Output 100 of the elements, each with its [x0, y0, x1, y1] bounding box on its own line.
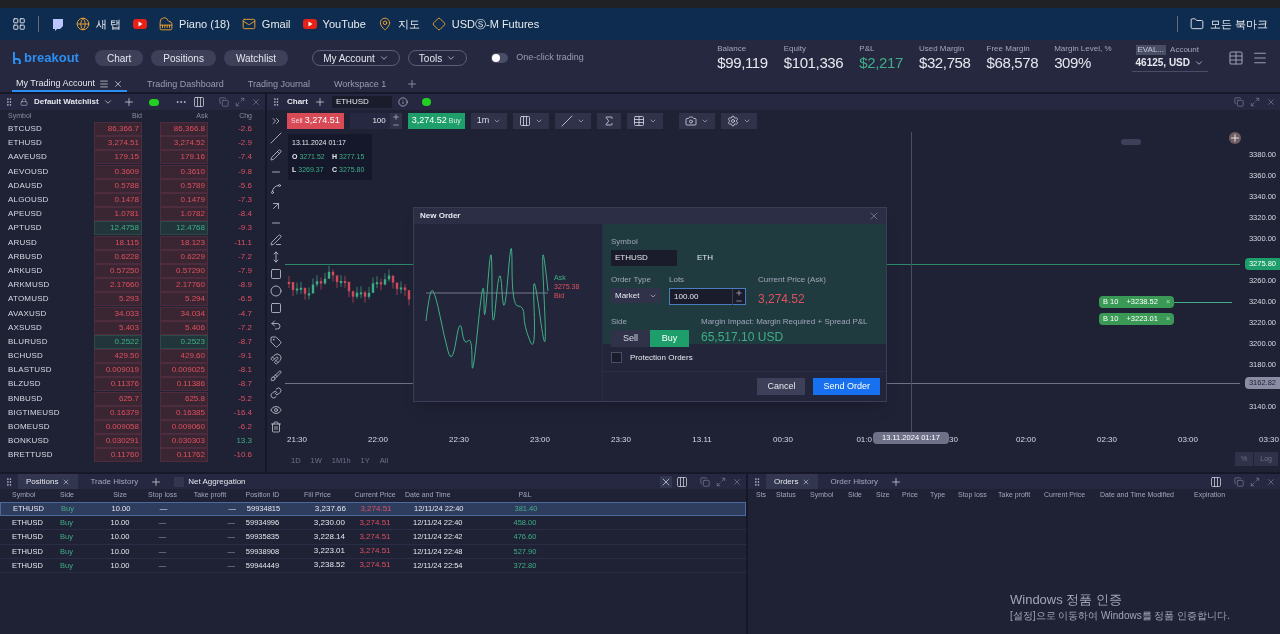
send-order-button[interactable]: Send Order [813, 378, 880, 395]
workspace-tab[interactable]: Workspace 1 [329, 77, 391, 92]
watchlist-row[interactable]: BTCUSD 86,366.7 86,366.8 -2.6 [0, 122, 265, 137]
drag-handle-icon[interactable] [271, 97, 281, 107]
nav-button[interactable]: Chart [94, 50, 144, 66]
watchlist-row[interactable]: BRETTUSD 0.11760 0.11762 -10.6 [0, 448, 265, 463]
drag-handle-icon[interactable] [4, 97, 14, 107]
watchlist-row[interactable]: ARKMUSD 2.17660 2.17760 -8.9 [0, 278, 265, 293]
clear-icon[interactable] [660, 475, 672, 488]
watchlist-row[interactable]: BONKUSD 0.030291 0.030303 13.3 [0, 434, 265, 449]
close-icon[interactable] [1266, 97, 1276, 107]
bookmark-link[interactable]: USDⓈ-M Futures [431, 15, 540, 33]
symbol-field[interactable]: ETHUSD [331, 96, 392, 108]
layout-icon[interactable] [1228, 50, 1244, 66]
maximize-icon[interactable] [716, 476, 726, 487]
chart-type-dropdown[interactable] [513, 113, 550, 129]
screenshot-dropdown[interactable] [679, 113, 716, 129]
watchlist-row[interactable]: ALGOUSD 0.1478 0.1479 -7.3 [0, 192, 265, 208]
apps-icon[interactable] [12, 17, 26, 31]
account-selector[interactable]: EVAL... Account 46125, USD [1131, 44, 1208, 72]
undo-icon[interactable] [270, 319, 282, 331]
line-tool-icon[interactable] [270, 132, 282, 144]
expand-icon[interactable] [270, 115, 282, 127]
watchlist-row[interactable]: ETHUSD 3,274.51 3,274.52 -2.9 [0, 136, 265, 151]
panel-tab[interactable]: Positions [18, 474, 79, 489]
menu-icon[interactable] [1252, 50, 1268, 66]
add-tab-icon[interactable] [406, 78, 419, 90]
maximize-icon[interactable] [1250, 476, 1260, 487]
all-bookmarks-link[interactable]: 모든 북마크 [1189, 15, 1268, 33]
link-icon[interactable] [270, 387, 282, 399]
order-type-select[interactable]: Market [611, 288, 661, 303]
arrow-icon[interactable] [270, 200, 282, 212]
indicators-button[interactable] [597, 113, 622, 129]
watchlist-row[interactable]: BCHUSD 429.50 429.60 -9.1 [0, 349, 265, 364]
drag-handle-icon[interactable] [752, 476, 762, 487]
drawing-dropdown[interactable] [555, 113, 592, 129]
watchlist-row[interactable]: APTUSD 12.4758 12.4768 -9.3 [0, 221, 265, 236]
video-icon[interactable] [302, 19, 317, 29]
panel-tab[interactable]: Orders [766, 474, 819, 489]
watchlist-row[interactable]: BLZUSD 0.11376 0.11386 -8.7 [0, 377, 265, 392]
add-order-icon[interactable] [1229, 132, 1241, 144]
eye-icon[interactable] [270, 404, 282, 416]
watchlist-row[interactable]: ATOMUSD 5.293 5.294 -6.5 [0, 292, 265, 307]
watchlist-row[interactable]: BLASTUSD 0.009019 0.009025 -8.1 [0, 363, 265, 378]
close-icon[interactable] [251, 97, 261, 107]
add-icon[interactable] [313, 96, 326, 108]
pen-icon[interactable] [270, 234, 282, 246]
bookmark-link[interactable]: 지도 [377, 15, 420, 33]
watchlist-row[interactable]: BOMEUSD 0.009058 0.009060 -6.2 [0, 419, 265, 435]
watchlist-row[interactable]: ARUSD 18.115 18.123 -11.1 [0, 235, 265, 250]
logo[interactable]: breakout [12, 48, 79, 68]
watchlist-row[interactable]: ARBUSD 0.6228 0.6229 -7.2 [0, 249, 265, 264]
columns-icon[interactable] [1210, 475, 1222, 488]
add-icon[interactable] [122, 96, 135, 108]
maximize-icon[interactable] [235, 97, 245, 107]
lots-field[interactable]: 100 [349, 113, 402, 129]
settings-dropdown[interactable] [721, 113, 758, 129]
workspace-tab[interactable]: Trading Journal [243, 77, 314, 92]
video-icon[interactable] [133, 19, 148, 29]
brush-icon[interactable] [270, 370, 282, 382]
bookmark-link[interactable]: Piano (18) [159, 15, 230, 33]
toggle-switch[interactable] [491, 53, 509, 63]
tag-icon[interactable] [270, 336, 282, 348]
watchlist-row[interactable]: AAVEUSD 179.15 179.16 -7.4 [0, 150, 265, 165]
workspace-tab[interactable]: My Trading Account [12, 77, 128, 92]
collapse-handle-icon[interactable] [1121, 139, 1141, 145]
panel-tab[interactable]: Order History [822, 474, 886, 489]
watchlist-row[interactable]: BIGTIMEUSD 0.16379 0.16385 -16.4 [0, 405, 265, 420]
info-icon[interactable] [397, 97, 408, 107]
watchlist-row[interactable]: AVAXUSD 34.033 34.034 -4.7 [0, 306, 265, 321]
lots-field[interactable]: 100.00 [669, 288, 746, 305]
bookmark-link[interactable]: Gmail [241, 15, 291, 33]
rectangle-icon[interactable] [270, 302, 282, 314]
maximize-icon[interactable] [1250, 97, 1260, 107]
interval-dropdown[interactable]: 1m [470, 113, 508, 129]
drag-handle-icon[interactable] [4, 476, 14, 487]
layout-dropdown[interactable] [627, 113, 664, 129]
watchlist-row[interactable]: ADAUSD 0.5788 0.5789 -5.6 [0, 178, 265, 193]
panel-tab[interactable]: Trade History [82, 474, 147, 489]
nav-button[interactable]: Watchlist [223, 50, 289, 66]
trash-icon[interactable] [270, 421, 282, 433]
curve-icon[interactable] [270, 183, 282, 195]
watchlist-row[interactable]: APEUSD 1.0781 1.0782 -8.4 [0, 207, 265, 222]
close-icon[interactable] [1266, 476, 1276, 487]
watchlist-row[interactable]: ARKUSD 0.57250 0.57290 -7.9 [0, 263, 265, 279]
columns-icon[interactable] [676, 475, 688, 488]
close-icon[interactable] [868, 210, 880, 222]
side-button[interactable]: Sell [611, 330, 650, 347]
add-icon[interactable] [150, 475, 163, 488]
bookmark-link[interactable]: 새 탭 [76, 15, 122, 33]
close-icon[interactable] [732, 476, 742, 487]
increment-icon[interactable] [735, 288, 743, 297]
nav-button[interactable]: Positions [151, 50, 216, 66]
cancel-button[interactable]: Cancel [757, 378, 806, 395]
symbol-field[interactable]: ETHUSD [611, 250, 677, 266]
columns-icon[interactable] [193, 96, 205, 108]
bookmark-link[interactable]: YouTube [302, 15, 366, 33]
workspace-tab[interactable]: Trading Dashboard [143, 77, 228, 92]
watchlist-row[interactable]: AXSUSD 5.403 5.406 -7.2 [0, 320, 265, 335]
watchlist-row[interactable]: BLURUSD 0.2522 0.2523 -8.7 [0, 334, 265, 349]
